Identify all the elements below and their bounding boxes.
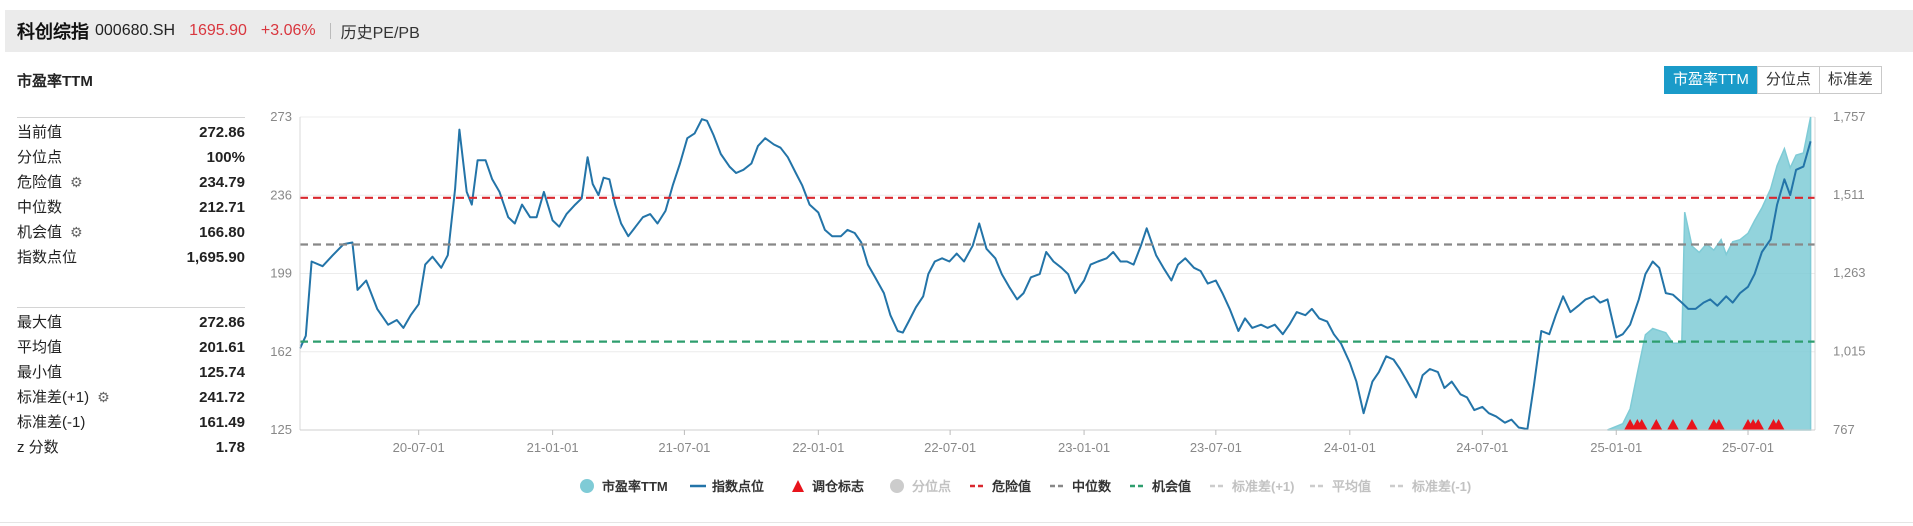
- legend-label: 危险值: [992, 479, 1031, 494]
- legend-item[interactable]: 调仓标志: [792, 479, 864, 494]
- x-tick-label: 22-07-01: [924, 440, 976, 455]
- legend-item[interactable]: 机会值: [1130, 479, 1191, 494]
- legend-item[interactable]: 市盈率TTM: [580, 479, 668, 494]
- x-tick-label: 25-07-01: [1722, 440, 1774, 455]
- legend-label: 分位点: [912, 479, 951, 494]
- x-tick-label: 21-07-01: [658, 440, 710, 455]
- y-right-tick-label: 1,757: [1833, 109, 1866, 124]
- legend-label: 指数点位: [712, 479, 764, 494]
- index-line-layer: [299, 118, 1812, 431]
- chart-grid: [300, 116, 1815, 431]
- y-left-tick-label: 125: [270, 422, 292, 437]
- legend-item[interactable]: 分位点: [890, 479, 951, 494]
- legend-label: 平均值: [1332, 479, 1371, 494]
- index-points-line: [299, 118, 1812, 431]
- legend-dot-icon: [890, 479, 904, 493]
- x-tick-label: 23-07-01: [1190, 440, 1242, 455]
- legend-label: 中位数: [1072, 479, 1112, 494]
- x-tick-label: 21-01-01: [527, 440, 579, 455]
- x-tick-label: 20-07-01: [393, 440, 445, 455]
- x-tick-label: 23-01-01: [1058, 440, 1110, 455]
- legend-label: 标准差(+1): [1231, 479, 1294, 494]
- pe-chart: 273 236 199 162 125 1,757 1,511 1,263 1,015 767 20…: [270, 109, 1865, 494]
- legend-dot-icon: [580, 479, 594, 493]
- x-tick-label: 24-07-01: [1456, 440, 1508, 455]
- legend-item[interactable]: 标准差(-1): [1390, 479, 1471, 494]
- legend-triangle-icon: [792, 480, 804, 492]
- legend-item[interactable]: 中位数: [1050, 479, 1112, 494]
- legend-item[interactable]: 平均值: [1310, 479, 1371, 494]
- x-tick-label: 25-01-01: [1590, 440, 1642, 455]
- chart-axes: 273 236 199 162 125 1,757 1,511 1,263 1,015 767 20…: [270, 109, 1865, 455]
- y-right-tick-label: 767: [1833, 422, 1855, 437]
- x-tick-label: 24-01-01: [1324, 440, 1376, 455]
- y-right-tick-label: 1,015: [1833, 344, 1866, 359]
- legend-item[interactable]: 危险值: [970, 479, 1031, 494]
- y-left-tick-label: 162: [270, 344, 292, 359]
- bottom-divider: [0, 522, 1913, 523]
- legend-label: 调仓标志: [812, 479, 864, 494]
- y-right-tick-label: 1,263: [1833, 265, 1866, 280]
- chart-legend: 市盈率TTM 指数点位 调仓标志 分位点 危险值 中位数 机会值 标准差(+1) 平均值 标准差(…: [580, 479, 1471, 494]
- reference-lines: [300, 196, 1815, 343]
- y-left-tick-label: 273: [270, 109, 292, 124]
- y-left-tick-label: 236: [270, 187, 292, 202]
- x-tick-label: 22-01-01: [792, 440, 844, 455]
- legend-item[interactable]: 标准差(+1): [1210, 479, 1294, 494]
- y-left-tick-label: 199: [270, 266, 292, 281]
- legend-item[interactable]: 指数点位: [690, 479, 764, 494]
- legend-label: 机会值: [1152, 479, 1191, 494]
- legend-label: 标准差(-1): [1411, 479, 1471, 494]
- y-right-tick-label: 1,511: [1833, 187, 1865, 202]
- legend-label: 市盈率TTM: [602, 479, 668, 494]
